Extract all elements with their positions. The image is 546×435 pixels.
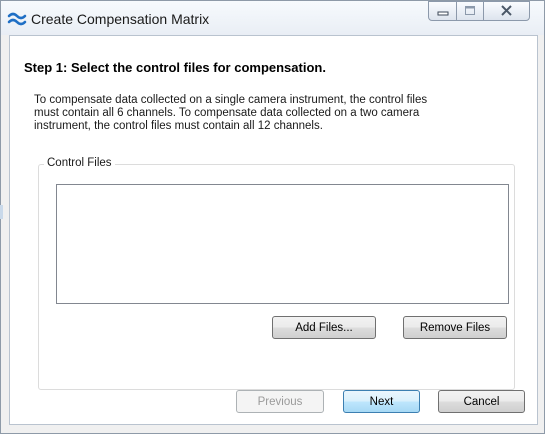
window-title: Create Compensation Matrix: [31, 11, 210, 27]
next-button[interactable]: Next: [343, 390, 420, 413]
maximize-button[interactable]: [456, 1, 484, 21]
control-files-list[interactable]: [56, 184, 509, 304]
title-bar[interactable]: Create Compensation Matrix: [1, 1, 544, 35]
cancel-button[interactable]: Cancel: [438, 390, 525, 413]
window-edge-mark: [0, 205, 3, 219]
remove-files-button[interactable]: Remove Files: [403, 316, 507, 339]
waves-icon: [7, 7, 29, 29]
instructions-line-1: To compensate data collected on a single…: [34, 94, 428, 106]
minimize-button[interactable]: [428, 1, 457, 21]
dialog-window: Create Compensation Matrix Step 1: Selec…: [0, 0, 545, 434]
close-button[interactable]: [483, 1, 530, 21]
instructions-text: To compensate data collected on a single…: [34, 94, 504, 133]
add-files-button[interactable]: Add Files...: [272, 316, 376, 339]
control-files-label: Control Files: [44, 157, 115, 169]
instructions-line-3: instrument, the control files must conta…: [34, 120, 323, 132]
wizard-panel: Step 1: Select the control files for com…: [9, 35, 538, 425]
previous-button[interactable]: Previous: [236, 390, 324, 413]
instructions-line-2: must contain all 6 channels. To compensa…: [34, 107, 420, 119]
window-controls: [428, 1, 546, 23]
control-files-group: Control Files Add Files... Remove Files: [38, 157, 515, 390]
step-title: Step 1: Select the control files for com…: [24, 60, 326, 75]
